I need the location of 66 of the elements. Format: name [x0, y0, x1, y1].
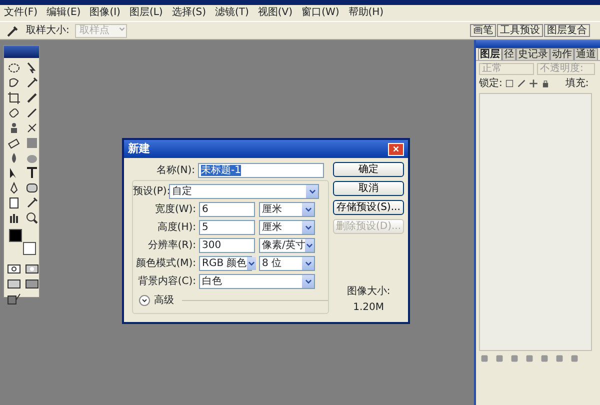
palette-well-tab[interactable]: 图层复合	[544, 24, 590, 37]
name-field[interactable]: 未标题-1	[198, 162, 324, 178]
checkbox-icon[interactable]	[505, 79, 514, 88]
lock-label: 锁定:	[479, 76, 502, 91]
options-label: 取样大小:	[26, 24, 70, 38]
menu-item[interactable]: 滤镜(T)	[214, 7, 249, 19]
unit-select[interactable]: 厘米	[259, 220, 315, 234]
crop-icon[interactable]	[7, 91, 21, 105]
input-field[interactable]: 6	[199, 202, 255, 216]
palette-well-tab[interactable]: 画笔	[470, 24, 496, 37]
image-size-label: 图像大小:	[346, 284, 392, 299]
field-label: 名称(N):	[155, 164, 196, 178]
menu-item[interactable]: 图层(L)	[129, 7, 163, 19]
expand-chevron-icon	[141, 297, 148, 304]
toolbox-header	[4, 46, 39, 58]
quick-mask-icon[interactable]	[25, 262, 39, 276]
dialog-button[interactable]: 存储预设(S)...	[333, 200, 404, 215]
dialog-button[interactable]: 取消	[333, 181, 404, 196]
field-label: 预设(P):	[133, 184, 169, 198]
lock-icon[interactable]	[541, 79, 550, 88]
fill-label: 填充:	[565, 76, 589, 91]
field-label: 颜色模式(M):	[135, 256, 197, 270]
foreground-color-swatch[interactable]	[9, 229, 22, 242]
panel-tab[interactable]: 径	[502, 48, 516, 60]
input-field[interactable]: 300	[199, 238, 255, 252]
bandage-icon[interactable]	[7, 106, 21, 120]
panel-tab[interactable]: 图层	[478, 48, 502, 60]
close-button[interactable]	[388, 142, 404, 156]
menu-item[interactable]: 图像(I)	[90, 7, 120, 19]
dialog-title: 新建	[128, 140, 150, 157]
background-color-swatch[interactable]	[23, 242, 36, 255]
standard-mode-icon[interactable]	[7, 262, 21, 276]
menu-item[interactable]: 视图(V)	[258, 7, 293, 19]
menu-item[interactable]: 选择(S)	[172, 7, 206, 19]
menu-item[interactable]: 编辑(E)	[46, 7, 81, 19]
rounded-rectangle-icon[interactable]	[25, 181, 39, 195]
input-field[interactable]: 5	[199, 220, 255, 234]
marquee-icon[interactable]	[7, 61, 21, 75]
close-icon	[392, 145, 400, 153]
screen-mode-icon[interactable]	[25, 277, 39, 291]
field-label: 宽度(W):	[154, 202, 197, 216]
eraser-icon[interactable]	[7, 136, 21, 150]
expand-button[interactable]	[139, 295, 150, 306]
background-select[interactable]: 白色	[199, 274, 315, 288]
zoom-icon[interactable]	[25, 211, 39, 225]
preset-select[interactable]: 自定	[169, 184, 319, 198]
advanced-label: 高级	[154, 294, 174, 308]
bit-depth-select[interactable]: 8 位	[259, 256, 315, 270]
unit-select[interactable]: 像素/英寸	[259, 238, 315, 252]
lasso-icon[interactable]	[7, 76, 21, 90]
panel-tab[interactable]: 史记录	[516, 48, 550, 60]
image-size-value: 1.20M	[352, 301, 385, 315]
field-label: 分辨率(R):	[146, 238, 197, 252]
field-label: 背景内容(C):	[136, 274, 197, 288]
menu-item[interactable]: 帮助(H)	[348, 7, 384, 19]
menu-item[interactable]: 窗口(W)	[302, 7, 340, 19]
note-icon[interactable]	[7, 196, 21, 210]
panel-tab[interactable]: 动作	[550, 48, 574, 60]
menu-item[interactable]: 文件(F)	[4, 7, 38, 19]
field-label: 高度(H):	[156, 220, 197, 234]
panel-tab[interactable]: 通道	[574, 48, 598, 60]
dialog-button[interactable]: 确定	[333, 162, 404, 177]
screen-mode-icon[interactable]	[7, 277, 21, 291]
palette-well-tab[interactable]: 工具预设	[497, 24, 543, 37]
type-icon[interactable]	[25, 166, 39, 180]
unit-select[interactable]: 厘米	[259, 202, 315, 216]
